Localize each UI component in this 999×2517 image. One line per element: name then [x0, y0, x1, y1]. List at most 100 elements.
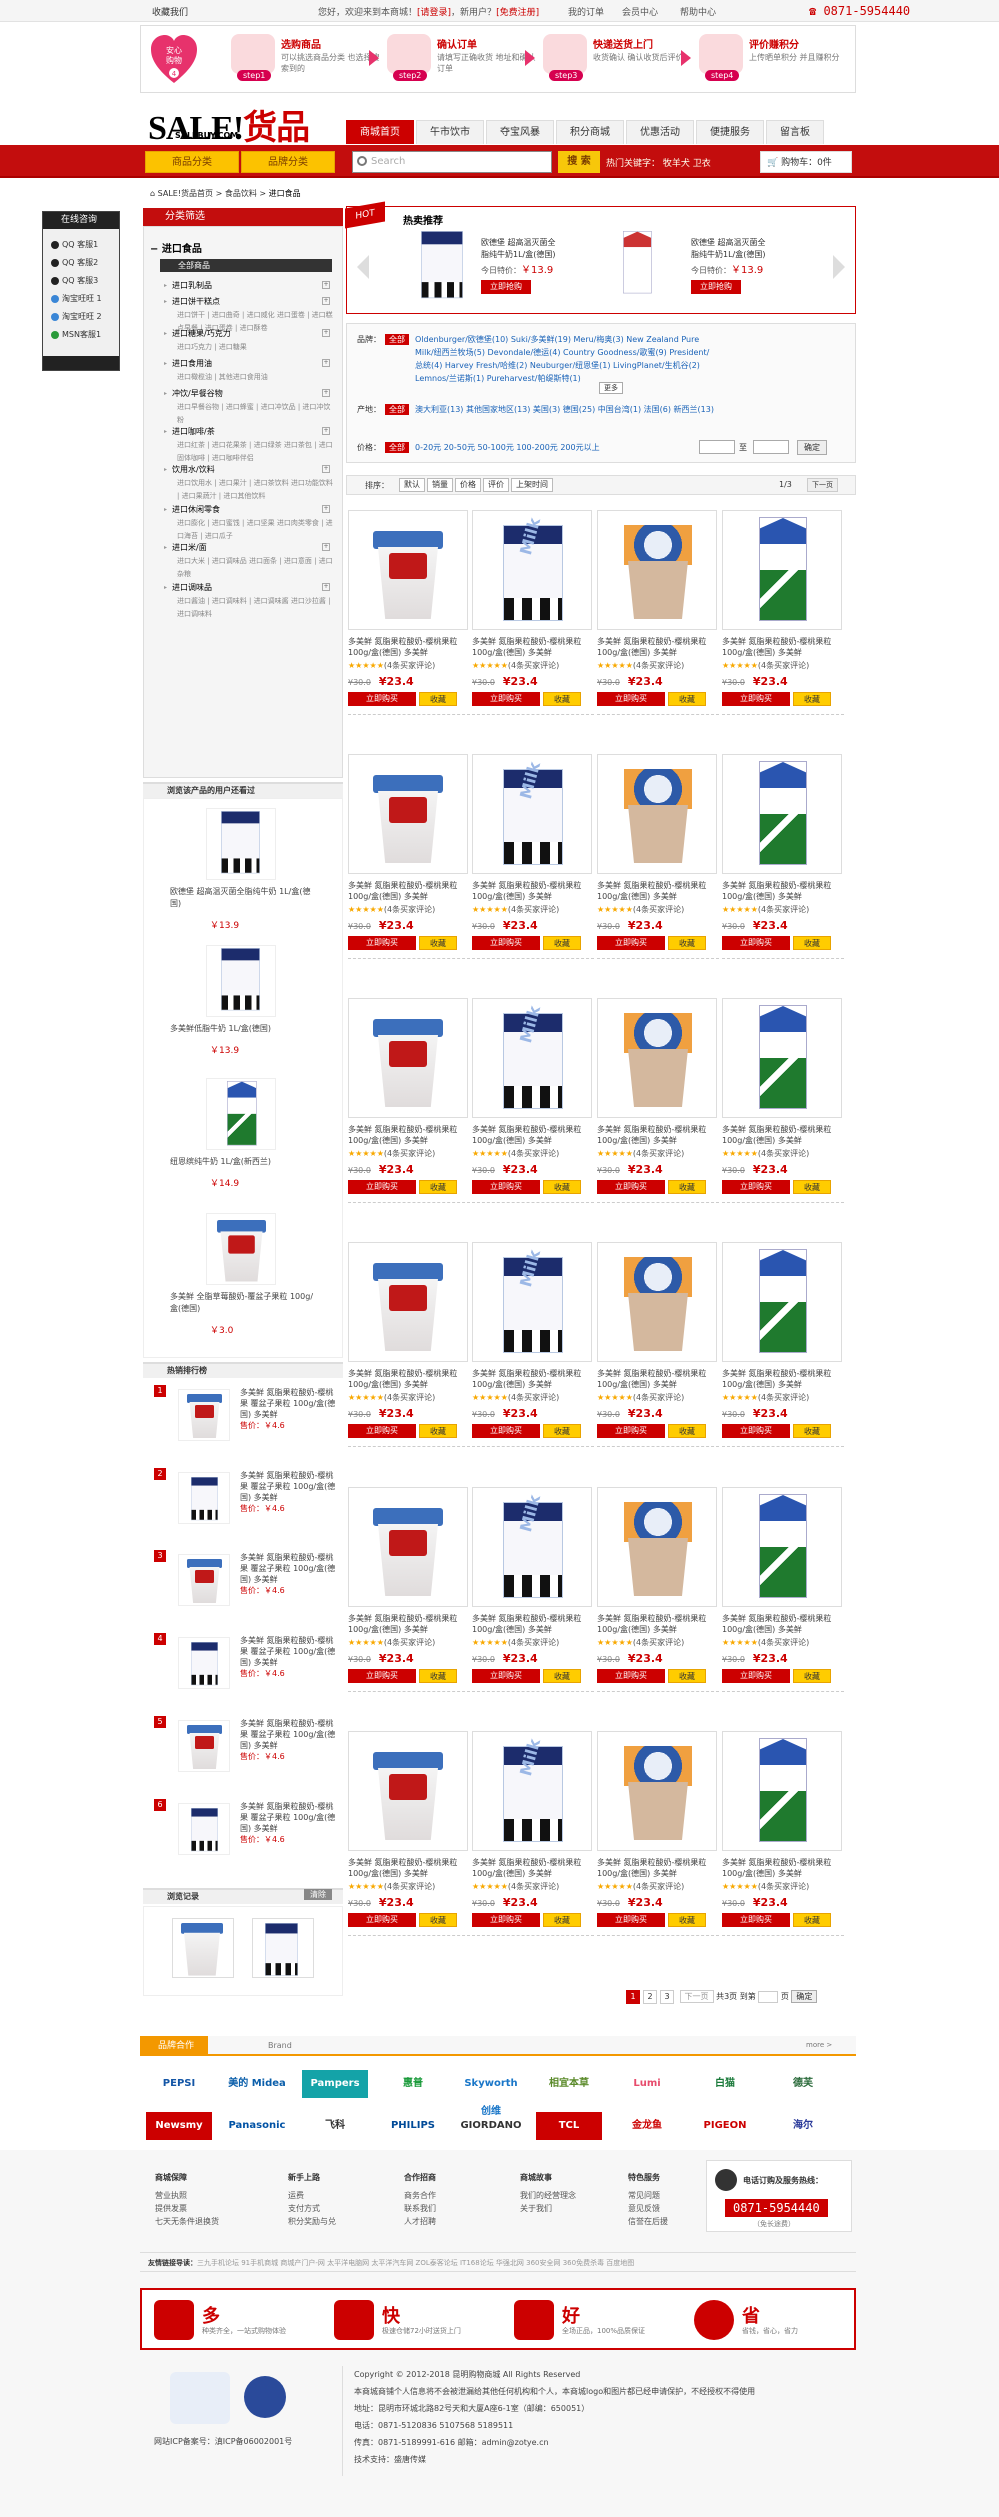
register-link[interactable]: [免费注册] — [496, 8, 539, 18]
rank-product-info[interactable]: 多美鲜 氮脂果粒酸奶-樱桃果 覆盆子果粒 100g/盒(德国) 多美鲜 售价：￥4… — [240, 1470, 340, 1514]
footer-link[interactable]: 营业执照 — [155, 2189, 219, 2202]
product-title[interactable]: 多美鲜 氮脂果粒酸奶-樱桃果粒100g/盒(德国) 多美鲜 — [722, 636, 844, 658]
login-link[interactable]: [请登录] — [417, 8, 451, 18]
product-title[interactable]: 多美鲜 氮脂果粒酸奶-樱桃果粒100g/盒(德国) 多美鲜 — [722, 880, 844, 902]
category-item[interactable]: 饮用水/饮料 — [172, 464, 215, 475]
favorite-button[interactable]: 收藏 — [793, 692, 831, 706]
footer-link[interactable]: 运费 — [288, 2189, 336, 2202]
favorite-button[interactable]: 收藏 — [668, 1424, 706, 1438]
qq-service-2[interactable]: QQ 客服2 — [51, 257, 98, 268]
review-count[interactable]: (4条买家评论) — [758, 1638, 809, 1647]
review-count[interactable]: (4条买家评论) — [758, 1882, 809, 1891]
recommend-image-2[interactable] — [617, 231, 673, 301]
buy-now-button[interactable]: 立即购买 — [472, 1669, 540, 1683]
review-count[interactable]: (4条买家评论) — [508, 905, 559, 914]
subcategory-links[interactable]: 进口橄榄油 | 其他进口食用油 — [177, 371, 337, 384]
footer-link[interactable]: 信誉在后援 — [628, 2215, 668, 2228]
review-count[interactable]: (4条买家评论) — [633, 905, 684, 914]
friend-link-list[interactable]: 三九手机论坛 91手机商城 商城产门户-网 太平洋电脑网 太平洋汽车网 ZOL泰… — [197, 2259, 634, 2267]
product-image[interactable] — [348, 1731, 468, 1851]
category-item[interactable]: 进口乳制品 — [172, 280, 212, 291]
review-count[interactable]: (4条买家评论) — [384, 1882, 435, 1891]
rank-product-info[interactable]: 多美鲜 氮脂果粒酸奶-樱桃果 覆盆子果粒 100g/盒(德国) 多美鲜 售价：￥4… — [240, 1552, 340, 1596]
favorite-link[interactable]: 收藏我们 — [152, 5, 188, 18]
sort-next-button[interactable]: 下一页 — [807, 478, 838, 492]
expand-icon[interactable]: + — [322, 583, 330, 591]
footer-link[interactable]: 联系我们 — [404, 2202, 436, 2215]
brand-logo[interactable]: 白猫 — [692, 2070, 758, 2098]
review-count[interactable]: (4条买家评论) — [633, 1882, 684, 1891]
wangwang-service-1[interactable]: 淘宝旺旺 1 — [51, 293, 102, 304]
page-1[interactable]: 1 — [626, 1990, 640, 2004]
product-image[interactable] — [597, 1487, 717, 1607]
product-title[interactable]: 多美鲜 氮脂果粒酸奶-樱桃果粒100g/盒(德国) 多美鲜 — [472, 1613, 594, 1635]
product-image[interactable] — [597, 510, 717, 630]
more-brands-button[interactable]: 更多 — [599, 382, 623, 394]
brand-logo[interactable]: PHILIPS — [380, 2112, 446, 2140]
review-count[interactable]: (4条买家评论) — [633, 661, 684, 670]
review-count[interactable]: (4条买家评论) — [384, 661, 435, 670]
buy-now-button[interactable]: 立即购买 — [472, 1180, 540, 1194]
subcategory-links[interactable]: 进口早餐谷物 | 进口蜂蜜 | 进口冲饮品 | 进口冲饮粉 — [177, 401, 337, 427]
buy-now-button[interactable]: 立即购买 — [348, 692, 416, 706]
brand-logo[interactable]: Newsmy — [146, 2112, 212, 2140]
cart-button[interactable]: 🛒 购物车：0件 — [760, 151, 852, 173]
brand-logo[interactable]: 惠普 — [380, 2070, 446, 2098]
help-center-link[interactable]: 帮助中心 — [680, 5, 716, 18]
price-max-input[interactable] — [753, 440, 789, 454]
review-count[interactable]: (4条买家评论) — [508, 1149, 559, 1158]
brand-logo[interactable]: 相宜本草 — [536, 2070, 602, 2098]
product-image[interactable] — [206, 808, 276, 880]
product-image[interactable] — [722, 1487, 842, 1607]
review-count[interactable]: (4条买家评论) — [384, 1393, 435, 1402]
review-count[interactable]: (4条买家评论) — [633, 1638, 684, 1647]
product-title[interactable]: 多美鲜 氮脂果粒酸奶-樱桃果粒100g/盒(德国) 多美鲜 — [597, 880, 719, 902]
product-image[interactable]: Milk — [472, 1731, 592, 1851]
my-orders-link[interactable]: 我的订单 — [568, 5, 604, 18]
nav-guestbook[interactable]: 留言板 — [766, 120, 824, 144]
rank-product-info[interactable]: 多美鲜 氮脂果粒酸奶-樱桃果 覆盆子果粒 100g/盒(德国) 多美鲜 售价：￥4… — [240, 1387, 340, 1431]
favorite-button[interactable]: 收藏 — [668, 1669, 706, 1683]
review-count[interactable]: (4条买家评论) — [384, 1638, 435, 1647]
review-count[interactable]: (4条买家评论) — [633, 1393, 684, 1402]
product-title[interactable]: 多美鲜 氮脂果粒酸奶-樱桃果粒100g/盒(德国) 多美鲜 — [348, 1857, 470, 1879]
review-count[interactable]: (4条买家评论) — [508, 661, 559, 670]
footer-link[interactable]: 常见问题 — [628, 2189, 668, 2202]
product-image[interactable] — [722, 1242, 842, 1362]
review-count[interactable]: (4条买家评论) — [758, 905, 809, 914]
msn-service[interactable]: MSN客服1 — [51, 329, 101, 340]
category-all[interactable]: 全部商品 — [160, 259, 332, 272]
origin-filter-list[interactable]: 澳大利亚(13) 其他国家地区(13) 美国(3) 德国(25) 中国台湾(1)… — [415, 403, 795, 416]
brand-all-filter[interactable]: 全部 — [385, 334, 409, 345]
rank-product-image[interactable] — [178, 1389, 230, 1441]
category-item[interactable]: 进口调味品 — [172, 582, 212, 593]
rank-product-image[interactable] — [178, 1720, 230, 1772]
subcategory-links[interactable]: 进口饮用水 | 进口果汁 | 进口茶饮料 进口功能饮料 | 进口果蔬汁 | 进口… — [177, 477, 337, 503]
buy-now-button[interactable]: 立即购买 — [472, 1424, 540, 1438]
subcategory-links[interactable]: 进口巧克力 | 进口糖果 — [177, 341, 337, 354]
rank-product-image[interactable] — [178, 1637, 230, 1689]
price-min-input[interactable] — [699, 440, 735, 454]
brand-logo[interactable]: 美的 Midea — [224, 2070, 290, 2098]
expand-icon[interactable]: + — [322, 359, 330, 367]
crumb-home[interactable]: SALE!货品首页 — [158, 189, 213, 198]
nav-services[interactable]: 便捷服务 — [696, 120, 764, 144]
footer-link[interactable]: 七天无条件退换货 — [155, 2215, 219, 2228]
rank-product-info[interactable]: 多美鲜 氮脂果粒酸奶-樱桃果 覆盆子果粒 100g/盒(德国) 多美鲜 售价：￥4… — [240, 1718, 340, 1762]
expand-icon[interactable]: + — [322, 297, 330, 305]
footer-link[interactable]: 我们的经营理念 — [520, 2189, 576, 2202]
product-image[interactable]: Milk — [472, 510, 592, 630]
history-item[interactable] — [172, 1918, 234, 1978]
review-count[interactable]: (4条买家评论) — [508, 1882, 559, 1891]
product-image[interactable] — [597, 1731, 717, 1851]
brand-logo[interactable]: Skyworth 创维 — [458, 2070, 524, 2117]
product-image[interactable]: Milk — [472, 754, 592, 874]
buy-now-button[interactable]: 立即购买 — [348, 1180, 416, 1194]
expand-icon[interactable]: + — [322, 329, 330, 337]
brand-logo[interactable]: Lumi — [614, 2070, 680, 2098]
favorite-button[interactable]: 收藏 — [419, 1913, 457, 1927]
product-image[interactable] — [722, 1731, 842, 1851]
site-logo[interactable]: SALE!货品 — [148, 100, 310, 149]
favorite-button[interactable]: 收藏 — [793, 1669, 831, 1683]
favorite-button[interactable]: 收藏 — [793, 1913, 831, 1927]
